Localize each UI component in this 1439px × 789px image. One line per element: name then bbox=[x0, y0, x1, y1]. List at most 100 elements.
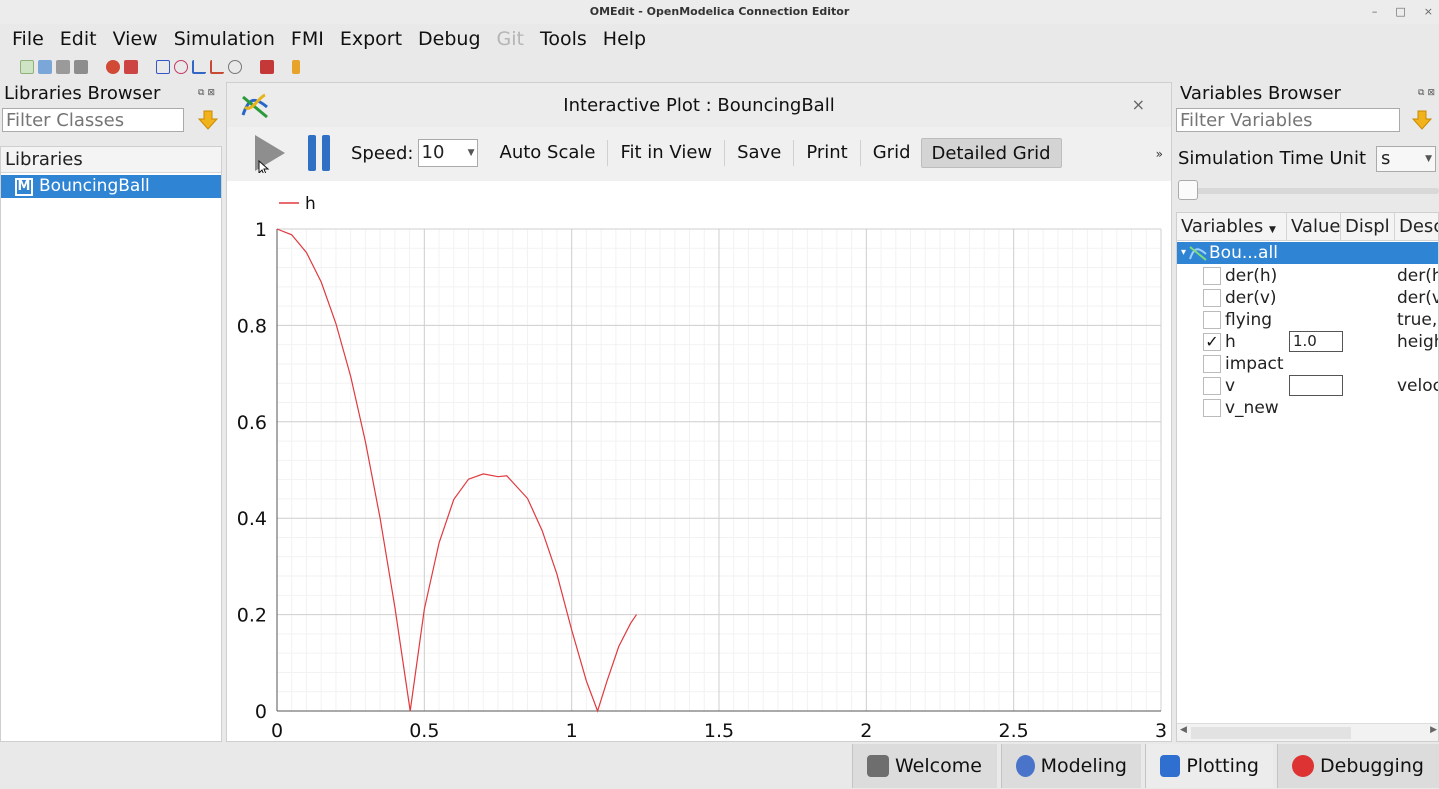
sim-time-unit-value: s bbox=[1381, 148, 1391, 169]
tab-debugging[interactable]: Debugging bbox=[1277, 744, 1439, 788]
variable-value-field[interactable] bbox=[1289, 375, 1343, 396]
grid-button[interactable]: Grid bbox=[863, 138, 921, 168]
variable-row[interactable]: impact bbox=[1177, 353, 1438, 375]
float-icon[interactable]: ⧉ bbox=[1418, 88, 1424, 98]
print-button[interactable]: Print bbox=[796, 138, 857, 168]
col-variables[interactable]: Variables ▼ bbox=[1177, 213, 1287, 241]
speed-label: Speed: bbox=[351, 142, 414, 164]
variable-root-label: Bou...all bbox=[1209, 243, 1278, 263]
close-plot-icon[interactable]: × bbox=[1132, 95, 1145, 114]
array-parametric-plot-icon[interactable] bbox=[210, 60, 224, 74]
variable-row[interactable]: der(h) der(h bbox=[1177, 265, 1438, 287]
menu-edit[interactable]: Edit bbox=[52, 28, 105, 50]
parametric-plot-icon[interactable] bbox=[174, 60, 188, 74]
toolbar-overflow-icon[interactable]: » bbox=[1156, 147, 1163, 161]
diagram-icon[interactable] bbox=[228, 60, 242, 74]
variable-checkbox[interactable]: ✓ bbox=[1203, 333, 1221, 351]
col-description[interactable]: Desc bbox=[1395, 213, 1438, 241]
menu-tools[interactable]: Tools bbox=[532, 28, 595, 50]
save-plot-button[interactable]: Save bbox=[727, 138, 791, 168]
filter-classes-input[interactable] bbox=[2, 108, 184, 132]
plot-window: Interactive Plot : BouncingBall × Speed:… bbox=[226, 82, 1172, 742]
variable-checkbox[interactable] bbox=[1203, 377, 1221, 395]
menu-file[interactable]: File bbox=[4, 28, 52, 50]
variable-value-field[interactable]: 1.0 bbox=[1289, 331, 1343, 352]
save-all-icon[interactable] bbox=[74, 60, 88, 74]
time-slider-track[interactable] bbox=[1182, 188, 1439, 194]
variable-row[interactable]: ✓h 1.0 heigh bbox=[1177, 331, 1438, 353]
menu-fmi[interactable]: FMI bbox=[283, 28, 332, 50]
variable-checkbox[interactable] bbox=[1203, 311, 1221, 329]
variable-row[interactable]: flying true, bbox=[1177, 309, 1438, 331]
variable-root-row[interactable]: ▾ Bou...all bbox=[1177, 242, 1438, 264]
new-plot-icon[interactable] bbox=[156, 60, 170, 74]
filter-options-icon[interactable] bbox=[1412, 110, 1432, 130]
x-tick-label: 3 bbox=[1155, 720, 1167, 741]
scroll-left-icon[interactable]: ◀ bbox=[1180, 725, 1187, 735]
variable-checkbox[interactable] bbox=[1203, 267, 1221, 285]
time-slider-handle[interactable] bbox=[1178, 180, 1198, 200]
play-icon[interactable] bbox=[249, 133, 289, 173]
open-folder-icon[interactable] bbox=[38, 60, 52, 74]
variable-description: true, bbox=[1397, 310, 1438, 330]
y-tick-label: 0.2 bbox=[237, 605, 267, 627]
plot-area[interactable]: 0 0.5 1 1.5 2 2.5 3 0 0.2 0.4 0.6 0.8 1 h bbox=[227, 181, 1171, 742]
library-item-bouncingball[interactable]: M BouncingBall bbox=[1, 175, 221, 198]
libraries-browser: Libraries Browser ⧉⊠ Libraries M Bouncin… bbox=[0, 82, 222, 742]
check-model-icon[interactable] bbox=[106, 60, 120, 74]
variable-checkbox[interactable] bbox=[1203, 289, 1221, 307]
plot-window-header: Interactive Plot : BouncingBall × bbox=[227, 83, 1171, 127]
x-tick-label: 1 bbox=[566, 720, 578, 741]
menu-export[interactable]: Export bbox=[332, 28, 410, 50]
variable-row[interactable]: der(v) der(v bbox=[1177, 287, 1438, 309]
tab-modeling[interactable]: Modeling bbox=[1001, 744, 1141, 788]
variables-browser-title: Variables Browser bbox=[1180, 83, 1341, 104]
filter-variables-input[interactable] bbox=[1176, 108, 1400, 132]
col-value[interactable]: Value bbox=[1287, 213, 1341, 241]
x-tick-label: 0 bbox=[271, 720, 283, 741]
menu-simulation[interactable]: Simulation bbox=[166, 28, 283, 50]
menu-view[interactable]: View bbox=[105, 28, 166, 50]
new-file-icon[interactable] bbox=[20, 60, 34, 74]
tab-plotting-label: Plotting bbox=[1186, 755, 1259, 777]
sim-time-unit-select[interactable]: s ▼ bbox=[1376, 146, 1436, 172]
speed-combobox[interactable]: 10 ▼ bbox=[417, 139, 478, 167]
filter-options-icon[interactable] bbox=[198, 110, 218, 130]
col-display[interactable]: Displ bbox=[1341, 213, 1395, 241]
close-icon[interactable]: × bbox=[1424, 0, 1433, 24]
variable-row[interactable]: v_new bbox=[1177, 397, 1438, 419]
close-panel-icon[interactable]: ⊠ bbox=[207, 88, 215, 98]
panel-buttons: ⧉ ⊠ bbox=[198, 88, 215, 98]
scrollbar-thumb[interactable] bbox=[1191, 727, 1351, 739]
scroll-right-icon[interactable]: ▶ bbox=[1430, 725, 1437, 735]
y-tick-label: 1 bbox=[255, 219, 267, 241]
menu-debug[interactable]: Debug bbox=[410, 28, 488, 50]
fit-in-view-button[interactable]: Fit in View bbox=[610, 138, 722, 168]
variable-name: v_new bbox=[1225, 398, 1279, 418]
maximize-icon[interactable]: □ bbox=[1395, 0, 1405, 24]
minimize-icon[interactable]: – bbox=[1372, 0, 1378, 24]
save-icon[interactable] bbox=[56, 60, 70, 74]
collapse-icon[interactable]: ▾ bbox=[1181, 242, 1186, 264]
plotting-icon bbox=[1160, 755, 1181, 777]
x-tick-label: 1.5 bbox=[704, 720, 734, 741]
tab-welcome[interactable]: Welcome bbox=[852, 744, 997, 788]
horizontal-scrollbar[interactable]: ◀ ▶ bbox=[1177, 723, 1438, 741]
fmu-icon[interactable] bbox=[260, 60, 274, 74]
close-panel-icon[interactable]: ⊠ bbox=[1427, 88, 1435, 98]
variable-checkbox[interactable] bbox=[1203, 355, 1221, 373]
detailed-grid-button[interactable]: Detailed Grid bbox=[920, 138, 1062, 168]
tab-plotting[interactable]: Plotting bbox=[1145, 744, 1273, 788]
float-icon[interactable]: ⧉ bbox=[198, 88, 204, 98]
welcome-icon bbox=[867, 755, 889, 777]
pause-button[interactable] bbox=[303, 133, 335, 173]
instantiate-icon[interactable] bbox=[124, 60, 138, 74]
window-controls: – □ × bbox=[1372, 0, 1433, 24]
variable-row[interactable]: v veloc bbox=[1177, 375, 1438, 397]
array-plot-icon[interactable] bbox=[192, 60, 206, 74]
auto-scale-button[interactable]: Auto Scale bbox=[490, 138, 606, 168]
debug-tool-icon[interactable] bbox=[292, 60, 300, 74]
plot-chart[interactable]: 0 0.5 1 1.5 2 2.5 3 0 0.2 0.4 0.6 0.8 1 h bbox=[227, 181, 1171, 742]
menu-help[interactable]: Help bbox=[595, 28, 654, 50]
variable-checkbox[interactable] bbox=[1203, 399, 1221, 417]
